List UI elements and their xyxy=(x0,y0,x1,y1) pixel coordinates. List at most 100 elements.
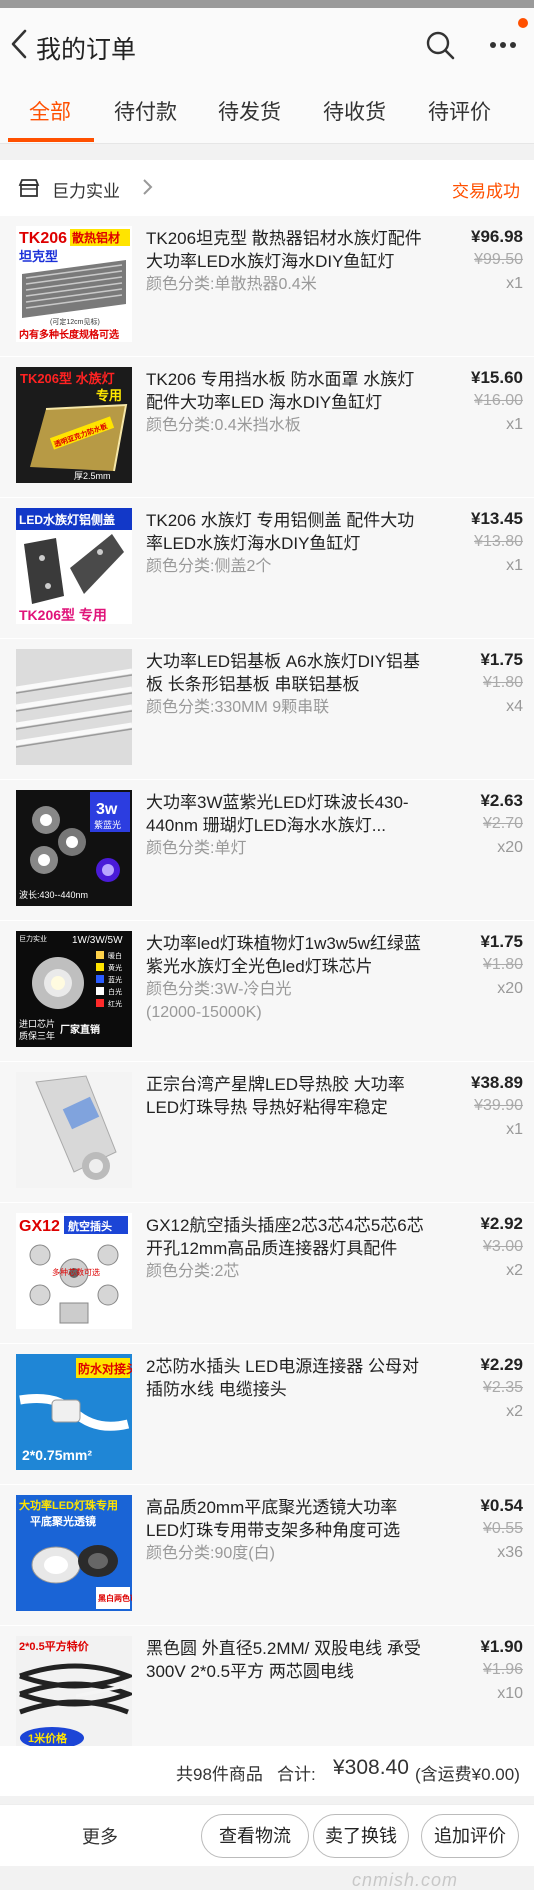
product-quantity: x1 xyxy=(506,275,523,292)
tab-pending-review[interactable]: 待评价 xyxy=(428,96,491,126)
product-quantity: x1 xyxy=(506,1121,523,1138)
thumb-text: 2*0.5平方特价 xyxy=(19,1639,90,1653)
product-spec-line2: (12000-15000K) xyxy=(146,1004,262,1021)
thumb-text: 3w xyxy=(96,801,118,818)
thumb-text: GX12 xyxy=(19,1218,60,1235)
thumb-text: 防水对接头 xyxy=(78,1361,132,1376)
product-quantity: x36 xyxy=(497,1544,523,1561)
page-title: 我的订单 xyxy=(36,36,137,64)
product-price: ¥1.75 xyxy=(480,650,523,669)
product-name: TK206坦克型 散热器铝材水族灯配件大功率LED水族灯海水DIY鱼缸灯 xyxy=(146,229,422,271)
chevron-right-icon xyxy=(143,179,153,195)
order-item[interactable]: 巨力实业 1W/3W/5W 暖白 黄光 蓝光 白光 红光 进口芯片 质保三年 厂… xyxy=(0,921,534,1062)
product-thumbnail xyxy=(16,1072,132,1188)
product-price: ¥1.90 xyxy=(480,1637,523,1656)
thumb-text: 2*0.75mm² xyxy=(22,1447,92,1463)
view-logistics-button[interactable]: 查看物流 xyxy=(201,1814,309,1858)
product-thumbnail: 3w 紫蓝光 波长:430--440nm xyxy=(16,790,132,906)
shop-name[interactable]: 巨力实业 xyxy=(52,177,120,202)
thumb-text: 质保三年 xyxy=(19,1030,55,1041)
thumb-text: LED水族灯铝侧盖 xyxy=(19,512,115,527)
product-spec: 颜色分类:单灯 xyxy=(146,840,247,857)
product-thumbnail: TK206 散热铝材 坦克型 (可定12cm见标) 内有多种长度规格可选 xyxy=(16,226,132,342)
product-quantity: x20 xyxy=(497,980,523,997)
product-spec: 颜色分类:0.4米挡水板 xyxy=(146,417,301,434)
product-price: ¥2.29 xyxy=(480,1355,523,1374)
product-price: ¥38.89 xyxy=(471,1073,523,1092)
product-price: ¥15.60 xyxy=(471,368,523,387)
order-item[interactable]: 大功率LED灯珠专用 平底聚光透镜 黑白两色可选 高品质20mm平底聚光透镜大功… xyxy=(0,1485,534,1626)
shop-header[interactable]: 巨力实业 交易成功 xyxy=(0,160,534,216)
thumb-text: 散热铝材 xyxy=(72,230,120,245)
chevron-left-icon xyxy=(11,29,27,59)
tab-pending-payment[interactable]: 待付款 xyxy=(114,96,177,126)
thumb-text: 专用 xyxy=(96,388,122,403)
thumb-text: TK206型 水族灯 xyxy=(20,371,115,386)
order-status: 交易成功 xyxy=(452,182,520,201)
more-link[interactable]: 更多 xyxy=(82,1823,118,1849)
product-price: ¥13.45 xyxy=(471,509,523,528)
product-spec: 颜色分类:90度(白) xyxy=(146,1545,275,1562)
thumb-text: 进口芯片 xyxy=(19,1018,55,1029)
product-quantity: x1 xyxy=(506,557,523,574)
product-spec: 颜色分类:单散热器0.4米 xyxy=(146,276,317,293)
shop-icon xyxy=(18,179,40,197)
product-thumbnail: 巨力实业 1W/3W/5W 暖白 黄光 蓝光 白光 红光 进口芯片 质保三年 厂… xyxy=(16,931,132,1047)
product-name: TK206 专用挡水板 防水面罩 水族灯配件大功率LED 海水DIY鱼缸灯 xyxy=(146,370,415,412)
product-quantity: x1 xyxy=(506,416,523,433)
product-price: ¥2.63 xyxy=(480,791,523,810)
thumb-text: 平底聚光透镜 xyxy=(30,1514,96,1528)
thumb-text: 紫蓝光 xyxy=(94,819,121,830)
order-item[interactable]: GX12 航空插头 多种芯数可选 GX12航空插头插座2芯3芯4芯5芯6芯开孔1… xyxy=(0,1203,534,1344)
shipping-fee: (含运费¥0.00) xyxy=(415,1765,520,1784)
product-original-price: ¥0.55 xyxy=(482,1520,523,1537)
top-bar: 我的订单 xyxy=(0,8,534,80)
order-item[interactable]: 正宗台湾产星牌LED导热胶 大功率LED灯珠导热 导热好粘得牢稳定 ¥38.89… xyxy=(0,1062,534,1203)
product-name: 正宗台湾产星牌LED导热胶 大功率LED灯珠导热 导热好粘得牢稳定 xyxy=(146,1075,405,1117)
total-label: 合计: xyxy=(277,1765,316,1784)
product-spec: 颜色分类:2芯 xyxy=(146,1263,240,1280)
tab-pending-shipment[interactable]: 待发货 xyxy=(218,96,281,126)
order-item[interactable]: 防水对接头 2*0.75mm² 2芯防水插头 LED电源连接器 公母对插防水线 … xyxy=(0,1344,534,1485)
order-item[interactable]: LED水族灯铝侧盖 TK206型 专用 TK206 水族灯 专用铝侧盖 配件大功… xyxy=(0,498,534,639)
product-quantity: x2 xyxy=(506,1403,523,1420)
search-button[interactable] xyxy=(424,29,456,61)
product-original-price: ¥2.35 xyxy=(482,1379,523,1396)
more-dots-icon xyxy=(490,42,516,48)
product-thumbnail: LED水族灯铝侧盖 TK206型 专用 xyxy=(16,508,132,624)
order-item[interactable]: 大功率LED铝基板 A6水族灯DIY铝基板 长条形铝基板 串联铝基板 颜色分类:… xyxy=(0,639,534,780)
order-card: 巨力实业 交易成功 TK206 散热铝材 坦克型 (可定12cm见标) 内有多种… xyxy=(0,160,534,1767)
status-bar xyxy=(0,0,534,8)
product-name: 大功率3W蓝紫光LED灯珠波长430-440nm 珊瑚灯LED海水水族灯... xyxy=(146,793,409,835)
product-original-price: ¥3.00 xyxy=(482,1238,523,1255)
product-thumbnail: 防水对接头 2*0.75mm² xyxy=(16,1354,132,1470)
thumb-text: 航空插头 xyxy=(68,1219,112,1233)
sell-button[interactable]: 卖了换钱 xyxy=(313,1814,409,1858)
product-original-price: ¥1.80 xyxy=(482,674,523,691)
order-item[interactable]: 3w 紫蓝光 波长:430--440nm 大功率3W蓝紫光LED灯珠波长430-… xyxy=(0,780,534,921)
product-spec: 颜色分类:侧盖2个 xyxy=(146,558,272,575)
notification-dot xyxy=(518,18,528,28)
product-original-price: ¥13.80 xyxy=(474,533,523,550)
tab-pending-receipt[interactable]: 待收货 xyxy=(323,96,386,126)
product-spec: 颜色分类:3W-冷白光 xyxy=(146,981,292,998)
more-button[interactable] xyxy=(488,33,518,57)
total-amount: ¥308.40 xyxy=(333,1756,409,1779)
back-button[interactable] xyxy=(8,28,32,60)
product-name: 大功率led灯珠植物灯1w3w5w红绿蓝紫光水族灯全光色led灯珠芯片 xyxy=(146,934,421,976)
tab-all[interactable]: 全部 xyxy=(29,96,71,126)
product-thumbnail: TK206型 水族灯 专用 透明亚克力防水板 厚2.5mm xyxy=(16,367,132,483)
product-original-price: ¥1.80 xyxy=(482,956,523,973)
order-item[interactable]: TK206 散热铝材 坦克型 (可定12cm见标) 内有多种长度规格可选 TK2… xyxy=(0,216,534,357)
product-thumbnail: GX12 航空插头 多种芯数可选 xyxy=(16,1213,132,1329)
watermark: cnmish.com xyxy=(352,1870,459,1890)
thumb-text: 红光 xyxy=(108,999,122,1008)
thumb-text: 坦克型 xyxy=(19,249,58,264)
product-original-price: ¥99.50 xyxy=(474,251,523,268)
active-tab-indicator xyxy=(8,138,94,142)
thumb-text: 1W/3W/5W xyxy=(72,935,123,946)
product-quantity: x20 xyxy=(497,839,523,856)
order-item[interactable]: TK206型 水族灯 专用 透明亚克力防水板 厚2.5mm TK206 专用挡水… xyxy=(0,357,534,498)
thumb-text: TK206 xyxy=(19,230,67,247)
add-review-button[interactable]: 追加评价 xyxy=(421,1814,519,1858)
